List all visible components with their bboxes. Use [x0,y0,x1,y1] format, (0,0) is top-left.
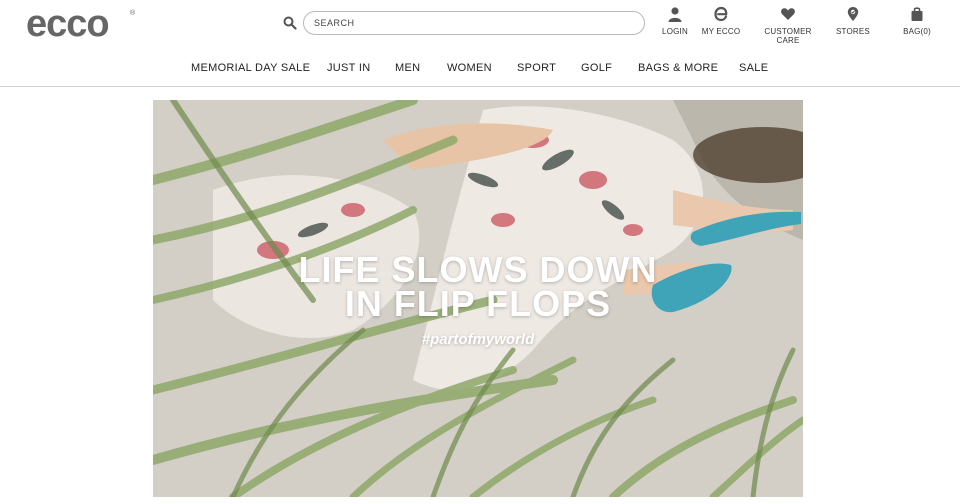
nav-item-just-in[interactable]: JUST IN [327,62,370,74]
nav-item-sport[interactable]: SPORT [517,62,556,74]
search-input[interactable] [303,11,645,35]
registered-mark: ® [130,9,136,17]
site-header: ecco ® LOGIN MY ECCO [0,0,960,50]
nav-item-men[interactable]: MEN [395,62,420,74]
stores-link[interactable]: STORES [834,6,872,36]
hero-banner[interactable]: LIFE SLOWS DOWN IN FLIP FLOPS #partofmyw… [153,100,803,497]
my-ecco-link[interactable]: MY ECCO [700,6,742,36]
hero-title-line-2: IN FLIP FLOPS [344,283,612,324]
logo-text: ecco [26,5,109,41]
search-icon[interactable] [283,16,299,32]
ecco-logo-graphic: ecco ® [26,5,136,41]
nav-item-golf[interactable]: GOLF [581,62,612,74]
login-label: LOGIN [662,27,688,36]
heart-icon [752,6,824,24]
ecco-e-icon [700,6,742,24]
nav-item-women[interactable]: WOMEN [447,62,492,74]
shopping-bag-icon [900,6,934,24]
nav-item-sale[interactable]: SALE [739,62,768,74]
hero-hashtag: #partofmyworld [421,331,535,348]
main-navigation: MEMORIAL DAY SALE JUST IN MEN WOMEN SPOR… [0,50,960,87]
nav-item-memorial-day-sale[interactable]: MEMORIAL DAY SALE [191,62,310,74]
location-pin-icon [834,6,872,24]
my-ecco-label: MY ECCO [701,27,741,36]
stores-label: STORES [836,27,870,36]
ecco-logo[interactable]: ecco ® [26,5,138,41]
customer-care-label: CUSTOMER CARE [764,27,812,45]
bag-link[interactable]: BAG(0) [900,6,934,36]
person-icon [659,6,691,24]
login-link[interactable]: LOGIN [659,6,691,36]
customer-care-link[interactable]: CUSTOMER CARE [752,6,824,45]
nav-item-bags-and-more[interactable]: BAGS & MORE [638,62,718,74]
bag-label: BAG(0) [903,27,931,36]
